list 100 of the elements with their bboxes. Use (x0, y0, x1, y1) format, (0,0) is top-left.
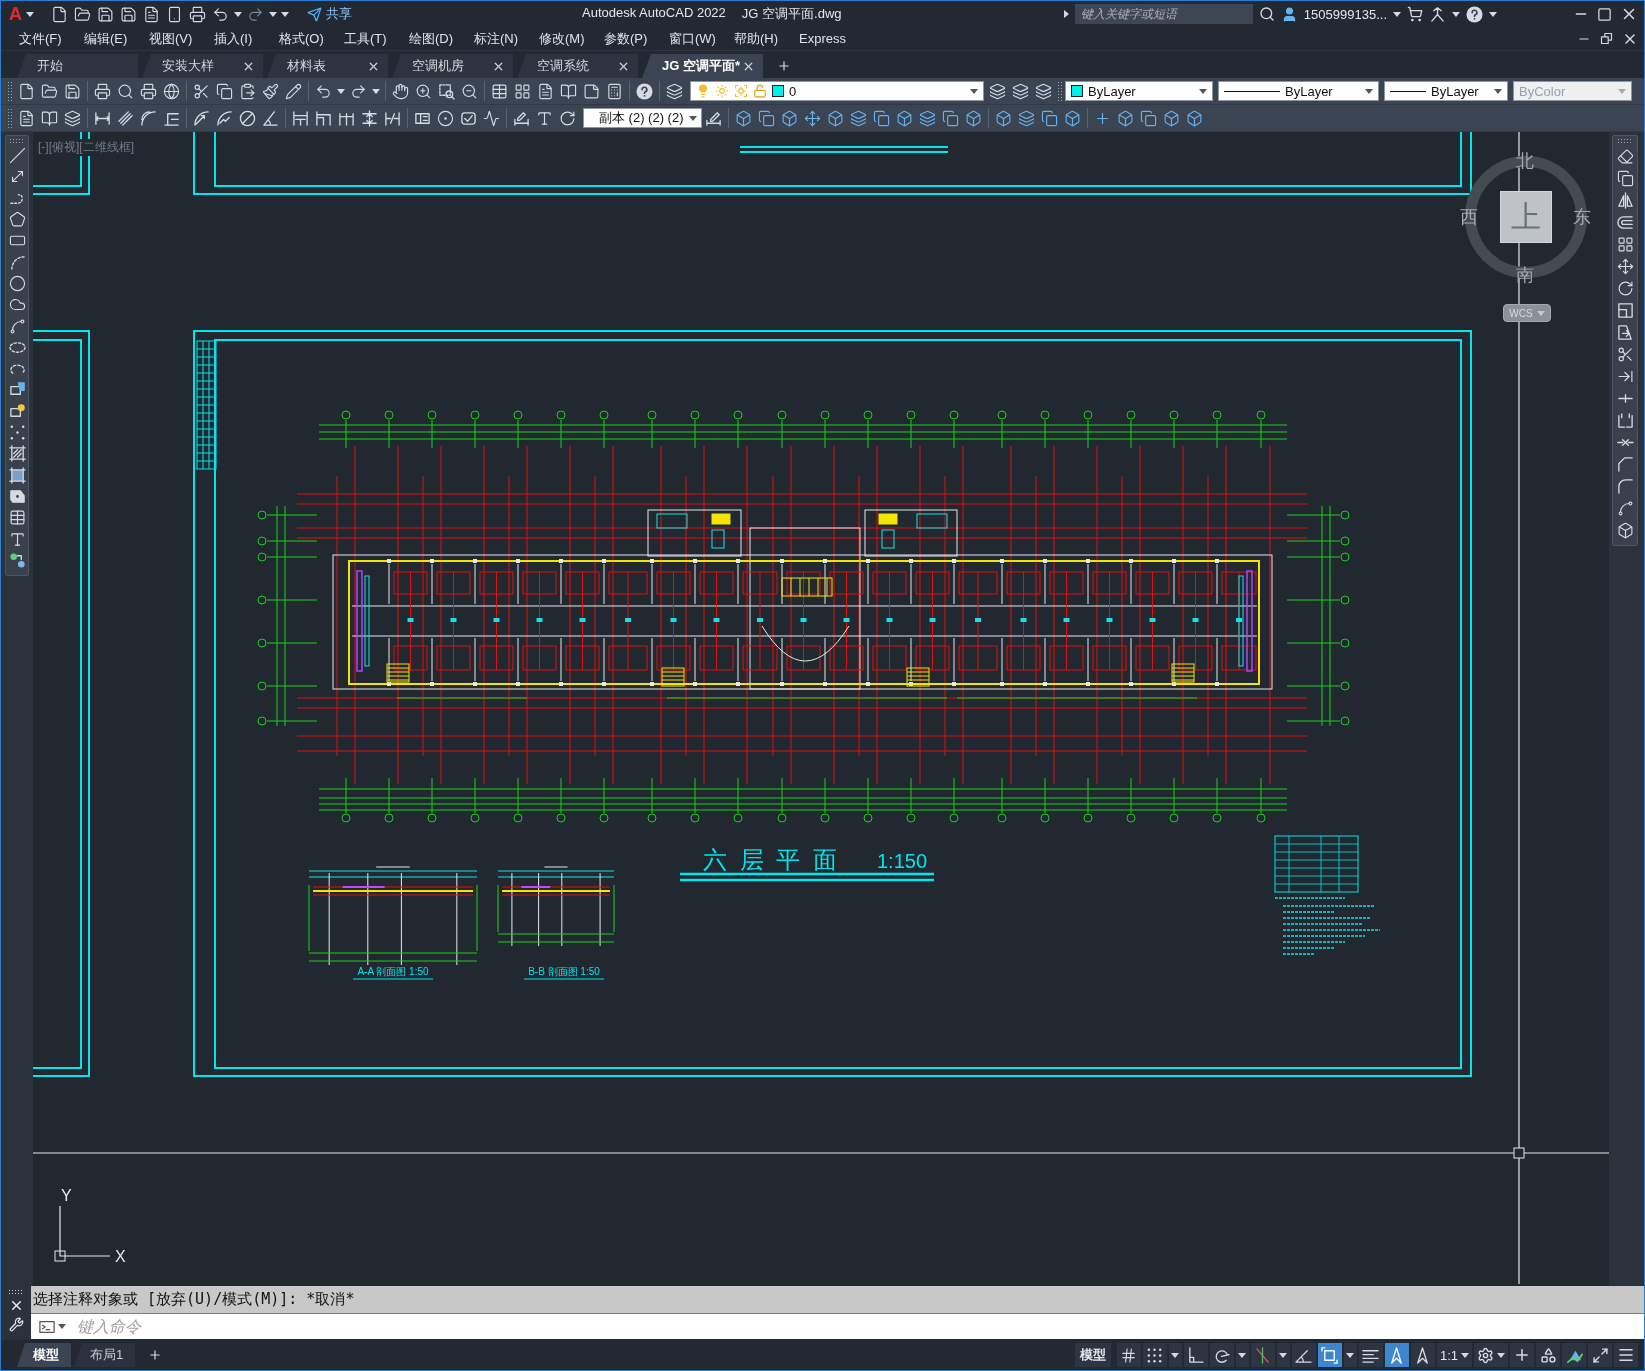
settings-button[interactable] (1474, 1343, 1508, 1367)
dimension-edit-icon[interactable] (513, 109, 530, 127)
menu-item[interactable]: 编辑(E) (74, 29, 139, 48)
copy-icon[interactable] (1140, 109, 1157, 127)
break-dimension-icon[interactable] (384, 109, 401, 127)
magnifier-icon[interactable] (117, 82, 134, 100)
caret-icon[interactable] (1494, 88, 1502, 94)
dots-icon[interactable] (8, 424, 26, 441)
radius-dimension-icon[interactable] (193, 109, 210, 127)
dimension-style-icon[interactable] (705, 109, 722, 127)
file-tab[interactable]: 材料表 (267, 54, 388, 78)
grip-icon[interactable] (9, 138, 25, 143)
menu-item[interactable]: 工具(T) (334, 29, 399, 48)
search-icon[interactable] (1258, 6, 1275, 22)
box-icon[interactable] (827, 109, 844, 127)
book-icon[interactable] (41, 109, 58, 127)
baseline-dimension-icon[interactable] (315, 109, 332, 127)
paintbrush-icon[interactable] (262, 82, 279, 100)
layers-icon[interactable] (64, 109, 81, 127)
status-toggle-button[interactable] (1116, 1343, 1141, 1367)
arc-icon[interactable] (8, 253, 26, 271)
help-icon[interactable] (636, 82, 653, 100)
caret-icon[interactable] (1171, 1352, 1180, 1358)
fullscreen-button[interactable] (1588, 1343, 1612, 1367)
box-icon[interactable] (1163, 109, 1180, 127)
break-icon[interactable] (1616, 411, 1634, 429)
redo-arrow-icon[interactable] (350, 82, 367, 100)
cart-icon[interactable] (1407, 6, 1423, 22)
help-icon[interactable] (1466, 5, 1483, 23)
status-toggle-button[interactable] (1291, 1343, 1316, 1367)
chamfer-icon[interactable] (1616, 455, 1634, 473)
layers-icon[interactable] (989, 82, 1006, 100)
zoom-out-icon[interactable] (461, 82, 478, 100)
model-space-button[interactable]: 模型 (1074, 1343, 1111, 1367)
menu-item[interactable]: 插入(I) (204, 29, 269, 48)
linetype-dropdown[interactable]: ByLayer (1218, 81, 1379, 101)
center-mark-icon[interactable] (437, 109, 454, 127)
share-button[interactable]: 共享 (305, 5, 354, 23)
diameter-dimension-icon[interactable] (239, 109, 256, 127)
stretch-icon[interactable] (1616, 323, 1634, 341)
printer-icon[interactable] (94, 82, 111, 100)
caret-icon[interactable] (372, 88, 380, 94)
search-field[interactable]: 键入关键字或短语 (1074, 4, 1253, 24)
file-tab[interactable]: 开始 (17, 54, 138, 78)
jogged-dimension-icon[interactable] (216, 109, 233, 127)
pentagon-icon[interactable] (8, 211, 26, 229)
hatch-icon[interactable] (8, 445, 26, 463)
eraser-icon[interactable] (1616, 147, 1634, 165)
book-icon[interactable] (560, 82, 577, 100)
layout-tab[interactable]: 布局1 (74, 1343, 136, 1367)
printer-icon[interactable] (140, 82, 157, 100)
undo-arrow-icon[interactable] (315, 82, 332, 100)
inspection-icon[interactable] (460, 109, 477, 127)
compass-direction-label[interactable]: 南 (1516, 266, 1534, 284)
curve-icon[interactable] (1616, 499, 1634, 517)
caret-icon[interactable] (26, 11, 34, 17)
status-toggle-button[interactable] (1209, 1343, 1234, 1367)
document-icon[interactable] (537, 82, 554, 100)
caret-icon[interactable] (1063, 10, 1069, 18)
file-tab[interactable]: 安装大样 (142, 54, 263, 78)
menu-item[interactable]: 窗口(W) (659, 29, 724, 48)
annotation-scale-button[interactable]: 1:1 (1436, 1343, 1472, 1367)
copy-icon[interactable] (1616, 169, 1634, 187)
units-button[interactable] (1562, 1343, 1586, 1367)
quick-dimension-icon[interactable] (292, 109, 309, 127)
tripod-icon[interactable] (1429, 5, 1446, 23)
layout-tab[interactable]: 模型 (17, 1343, 71, 1367)
circle-icon[interactable] (8, 274, 26, 292)
move-icon[interactable] (804, 109, 821, 127)
line-icon[interactable] (8, 147, 26, 165)
calculator-icon[interactable] (606, 82, 623, 100)
caret-icon[interactable] (58, 1324, 66, 1329)
aligned-dimension-icon[interactable] (117, 109, 134, 127)
status-toggle-button[interactable] (1358, 1343, 1383, 1367)
plus-button[interactable] (1510, 1343, 1534, 1367)
caret-icon[interactable] (1199, 88, 1207, 94)
add-selected-icon[interactable] (8, 551, 26, 569)
folder-icon[interactable] (74, 5, 91, 23)
make-block-icon[interactable] (8, 402, 26, 420)
menu-item[interactable]: 视图(V) (139, 29, 204, 48)
menu-button[interactable] (1614, 1343, 1638, 1367)
layers-icon[interactable] (1012, 82, 1029, 100)
file-tab[interactable]: 空调系统 (517, 54, 638, 78)
table-icon[interactable] (491, 82, 508, 100)
copy-icon[interactable] (216, 82, 233, 100)
copy-icon[interactable] (942, 109, 959, 127)
text-icon[interactable] (8, 530, 26, 548)
redo-arrow-icon[interactable] (247, 5, 264, 23)
plus-icon[interactable] (148, 1348, 163, 1362)
rotate-icon[interactable] (559, 109, 576, 127)
viewport-controls-label[interactable]: [-][俯视][二维线框] (36, 139, 136, 156)
document-icon[interactable] (143, 5, 160, 23)
box-icon[interactable] (1064, 109, 1081, 127)
copy-icon[interactable] (1041, 109, 1058, 127)
copy-icon[interactable] (873, 109, 890, 127)
status-toggle-button[interactable] (1317, 1343, 1342, 1367)
caret-icon[interactable] (1393, 11, 1401, 17)
status-toggle-button[interactable] (1384, 1343, 1409, 1367)
compass-direction-label[interactable]: 西 (1460, 208, 1478, 226)
menu-item[interactable]: 参数(P) (594, 29, 659, 48)
